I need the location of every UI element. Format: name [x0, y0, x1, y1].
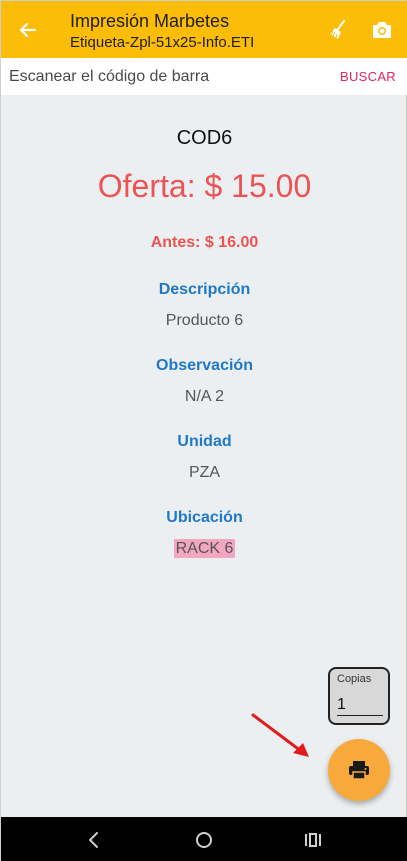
back-button[interactable] — [11, 13, 45, 47]
search-button[interactable]: BUSCAR — [340, 69, 396, 84]
page-title: Impresión Marbetes — [70, 11, 230, 31]
offer-price: Oferta: $ 15.00 — [97, 168, 312, 204]
nav-back-button[interactable] — [81, 827, 107, 853]
description-value: Producto 6 — [165, 312, 244, 329]
broom-icon — [330, 20, 345, 39]
unit-value: PZA — [188, 464, 221, 481]
arrow-left-icon — [19, 22, 37, 38]
copies-input[interactable] — [337, 694, 383, 716]
location-value: RACK 6 — [1, 539, 407, 558]
nav-back-icon — [89, 832, 98, 848]
page-subtitle: Etiqueta-Zpl-51x25-Info.ETI — [70, 34, 255, 51]
system-nav-bar — [1, 817, 407, 861]
print-button[interactable] — [328, 739, 390, 801]
app-bar: Impresión Marbetes Etiqueta-Zpl-51x25-In… — [1, 1, 407, 58]
observation-label: Observación — [156, 357, 253, 374]
location-highlight: RACK 6 — [173, 539, 236, 558]
unit-label: Unidad — [177, 433, 232, 450]
description-label: Descripción — [158, 281, 251, 298]
product-code: COD6 — [176, 127, 233, 149]
nav-recents-button[interactable] — [300, 827, 326, 853]
observation-value: N/A 2 — [184, 388, 225, 405]
printer-icon — [349, 761, 369, 780]
camera-icon — [373, 22, 391, 38]
screen: Impresión Marbetes Etiqueta-Zpl-51x25-In… — [0, 0, 407, 861]
location-label: Ubicación — [166, 509, 243, 526]
barcode-search-input[interactable] — [9, 64, 329, 90]
nav-recents-icon — [305, 833, 321, 847]
nav-home-icon — [196, 832, 212, 848]
previous-price: Antes: $ 16.00 — [150, 234, 259, 251]
copies-field[interactable]: Copias — [328, 667, 390, 725]
search-bar: BUSCAR — [1, 58, 407, 95]
camera-button[interactable] — [365, 13, 399, 47]
nav-home-button[interactable] — [191, 827, 217, 853]
pointer-arrow-icon — [251, 713, 309, 757]
clear-button[interactable] — [321, 13, 355, 47]
copies-label: Copias — [337, 673, 372, 685]
